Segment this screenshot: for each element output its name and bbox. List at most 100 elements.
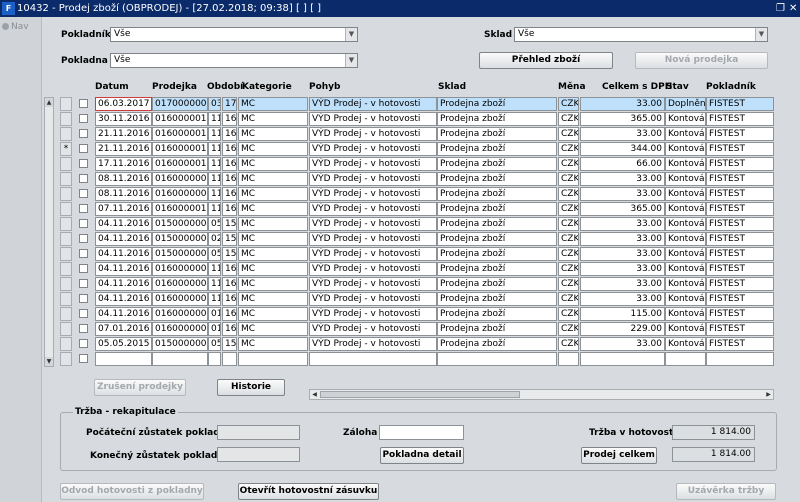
cell-stav[interactable]: Kontován: [665, 172, 706, 186]
prehled-zbozi-button[interactable]: Přehled zboží: [479, 52, 613, 69]
cell-datum[interactable]: 21.11.2016: [95, 142, 152, 156]
cell-obd1[interactable]: 11: [208, 172, 221, 186]
cell-prodejka[interactable]: 0150000005: [152, 247, 208, 261]
cell-prodejka[interactable]: [152, 352, 208, 366]
cell-mena[interactable]: CZK: [558, 112, 579, 126]
cell-celkem[interactable]: 33.00: [580, 232, 665, 246]
cell-obd2[interactable]: 16: [222, 307, 237, 321]
cell-stav[interactable]: Kontován: [665, 157, 706, 171]
col-header-pokladnik[interactable]: Pokladník: [706, 82, 756, 92]
cell-prodejka[interactable]: 0160000012: [152, 202, 208, 216]
cell-mena[interactable]: CZK: [558, 187, 579, 201]
cell-mena[interactable]: CZK: [558, 217, 579, 231]
row-checkbox[interactable]: [79, 324, 88, 333]
row-selector[interactable]: [60, 292, 72, 306]
cell-kategorie[interactable]: MC: [238, 172, 308, 186]
cell-celkem[interactable]: 33.00: [580, 292, 665, 306]
chevron-down-icon[interactable]: ▼: [755, 28, 767, 41]
cell-stav[interactable]: Kontován: [665, 202, 706, 216]
cell-obd2[interactable]: 16: [222, 277, 237, 291]
cell-celkem[interactable]: 33.00: [580, 187, 665, 201]
cell-sklad[interactable]: Prodejna zboží: [437, 292, 557, 306]
cell-mena[interactable]: CZK: [558, 337, 579, 351]
cell-kategorie[interactable]: MC: [238, 112, 308, 126]
cell-obd2[interactable]: 17: [222, 97, 237, 111]
cell-sklad[interactable]: Prodejna zboží: [437, 247, 557, 261]
cell-obd1[interactable]: 11: [208, 277, 221, 291]
cell-datum[interactable]: 04.11.2016: [95, 217, 152, 231]
table-row[interactable]: 21.11.201601600000131116MCVÝD Prodej - v…: [0, 127, 800, 142]
row-checkbox[interactable]: [79, 309, 88, 318]
cell-sklad[interactable]: Prodejna zboží: [437, 217, 557, 231]
cell-prodejka[interactable]: 0160000005: [152, 262, 208, 276]
col-header-prodejka[interactable]: Prodejka: [152, 82, 197, 92]
nova-prodejka-button[interactable]: Nová prodejka: [635, 52, 768, 69]
cell-prodejka[interactable]: 0160000001: [152, 322, 208, 336]
table-row[interactable]: 04.11.201601500000040515MCVÝD Prodej - v…: [0, 217, 800, 232]
cell-obd1[interactable]: 11: [208, 127, 221, 141]
cell-obd1[interactable]: 01: [208, 322, 221, 336]
cell-sklad[interactable]: Prodejna zboží: [437, 322, 557, 336]
table-row[interactable]: * 21.11.201601600000161116MCVÝD Prodej - …: [0, 142, 800, 157]
uzaverka-trzby-button[interactable]: Uzávěrka tržby: [676, 483, 776, 500]
historie-button[interactable]: Historie: [217, 379, 285, 396]
cell-obd2[interactable]: 16: [222, 142, 237, 156]
cell-kategorie[interactable]: MC: [238, 97, 308, 111]
cell-pokladnik[interactable]: FISTEST: [706, 142, 774, 156]
cell-sklad[interactable]: Prodejna zboží: [437, 97, 557, 111]
cell-sklad[interactable]: Prodejna zboží: [437, 142, 557, 156]
col-header-obdobi[interactable]: Období: [207, 82, 243, 92]
cell-mena[interactable]: CZK: [558, 127, 579, 141]
cell-obd2[interactable]: 16: [222, 322, 237, 336]
cell-obd2[interactable]: [222, 352, 237, 366]
restore-icon[interactable]: ❐: [776, 0, 785, 17]
cell-pohyb[interactable]: VÝD Prodej - v hotovosti: [309, 157, 437, 171]
cell-celkem[interactable]: 115.00: [580, 307, 665, 321]
cell-pohyb[interactable]: VÝD Prodej - v hotovosti: [309, 217, 437, 231]
row-checkbox[interactable]: [79, 144, 88, 153]
cell-pokladnik[interactable]: FISTEST: [706, 127, 774, 141]
cell-pokladnik[interactable]: FISTEST: [706, 307, 774, 321]
cell-pohyb[interactable]: VÝD Prodej - v hotovosti: [309, 97, 437, 111]
cell-obd1[interactable]: [208, 352, 221, 366]
otevrit-zasuvku-button[interactable]: Otevřít hotovostní zásuvku: [238, 483, 379, 500]
chevron-down-icon[interactable]: ▼: [345, 54, 357, 67]
cell-obd2[interactable]: 16: [222, 292, 237, 306]
row-selector[interactable]: [60, 232, 72, 246]
cell-datum[interactable]: 04.11.2016: [95, 262, 152, 276]
row-selector[interactable]: [60, 157, 72, 171]
cell-prodejka[interactable]: 0150000002: [152, 232, 208, 246]
cell-kategorie[interactable]: MC: [238, 262, 308, 276]
cell-pohyb[interactable]: VÝD Prodej - v hotovosti: [309, 262, 437, 276]
cell-obd1[interactable]: 05: [208, 217, 221, 231]
cell-kategorie[interactable]: MC: [238, 142, 308, 156]
cell-mena[interactable]: CZK: [558, 322, 579, 336]
cell-kategorie[interactable]: MC: [238, 202, 308, 216]
table-row[interactable]: 06.03.201701700000010317MCVÝD Prodej - v…: [0, 97, 800, 112]
cell-pohyb[interactable]: VÝD Prodej - v hotovosti: [309, 127, 437, 141]
scroll-right-icon[interactable]: ▶: [764, 390, 773, 399]
cell-datum[interactable]: 30.11.2016: [95, 112, 152, 126]
scroll-thumb[interactable]: [320, 391, 520, 398]
cell-celkem[interactable]: 66.00: [580, 157, 665, 171]
cell-obd1[interactable]: 01: [208, 307, 221, 321]
cell-kategorie[interactable]: MC: [238, 247, 308, 261]
cell-obd1[interactable]: 05: [208, 247, 221, 261]
cell-datum[interactable]: 04.11.2016: [95, 247, 152, 261]
table-row[interactable]: 08.11.201601600000081116MCVÝD Prodej - v…: [0, 172, 800, 187]
cell-stav[interactable]: Kontován: [665, 337, 706, 351]
cell-stav[interactable]: Kontován: [665, 142, 706, 156]
row-checkbox[interactable]: [79, 204, 88, 213]
table-row[interactable]: 17.11.201601600000151116MCVÝD Prodej - v…: [0, 157, 800, 172]
chevron-down-icon[interactable]: ▼: [345, 28, 357, 41]
table-row[interactable]: 30.11.201601600000141116MCVÝD Prodej - v…: [0, 112, 800, 127]
cell-mena[interactable]: CZK: [558, 157, 579, 171]
col-header-mena[interactable]: Měna: [558, 82, 586, 92]
cell-celkem[interactable]: 344.00: [580, 142, 665, 156]
cell-pohyb[interactable]: VÝD Prodej - v hotovosti: [309, 322, 437, 336]
cell-sklad[interactable]: Prodejna zboží: [437, 277, 557, 291]
row-checkbox[interactable]: [79, 354, 88, 363]
cell-mena[interactable]: CZK: [558, 142, 579, 156]
cell-datum[interactable]: 17.11.2016: [95, 157, 152, 171]
row-checkbox[interactable]: [79, 159, 88, 168]
